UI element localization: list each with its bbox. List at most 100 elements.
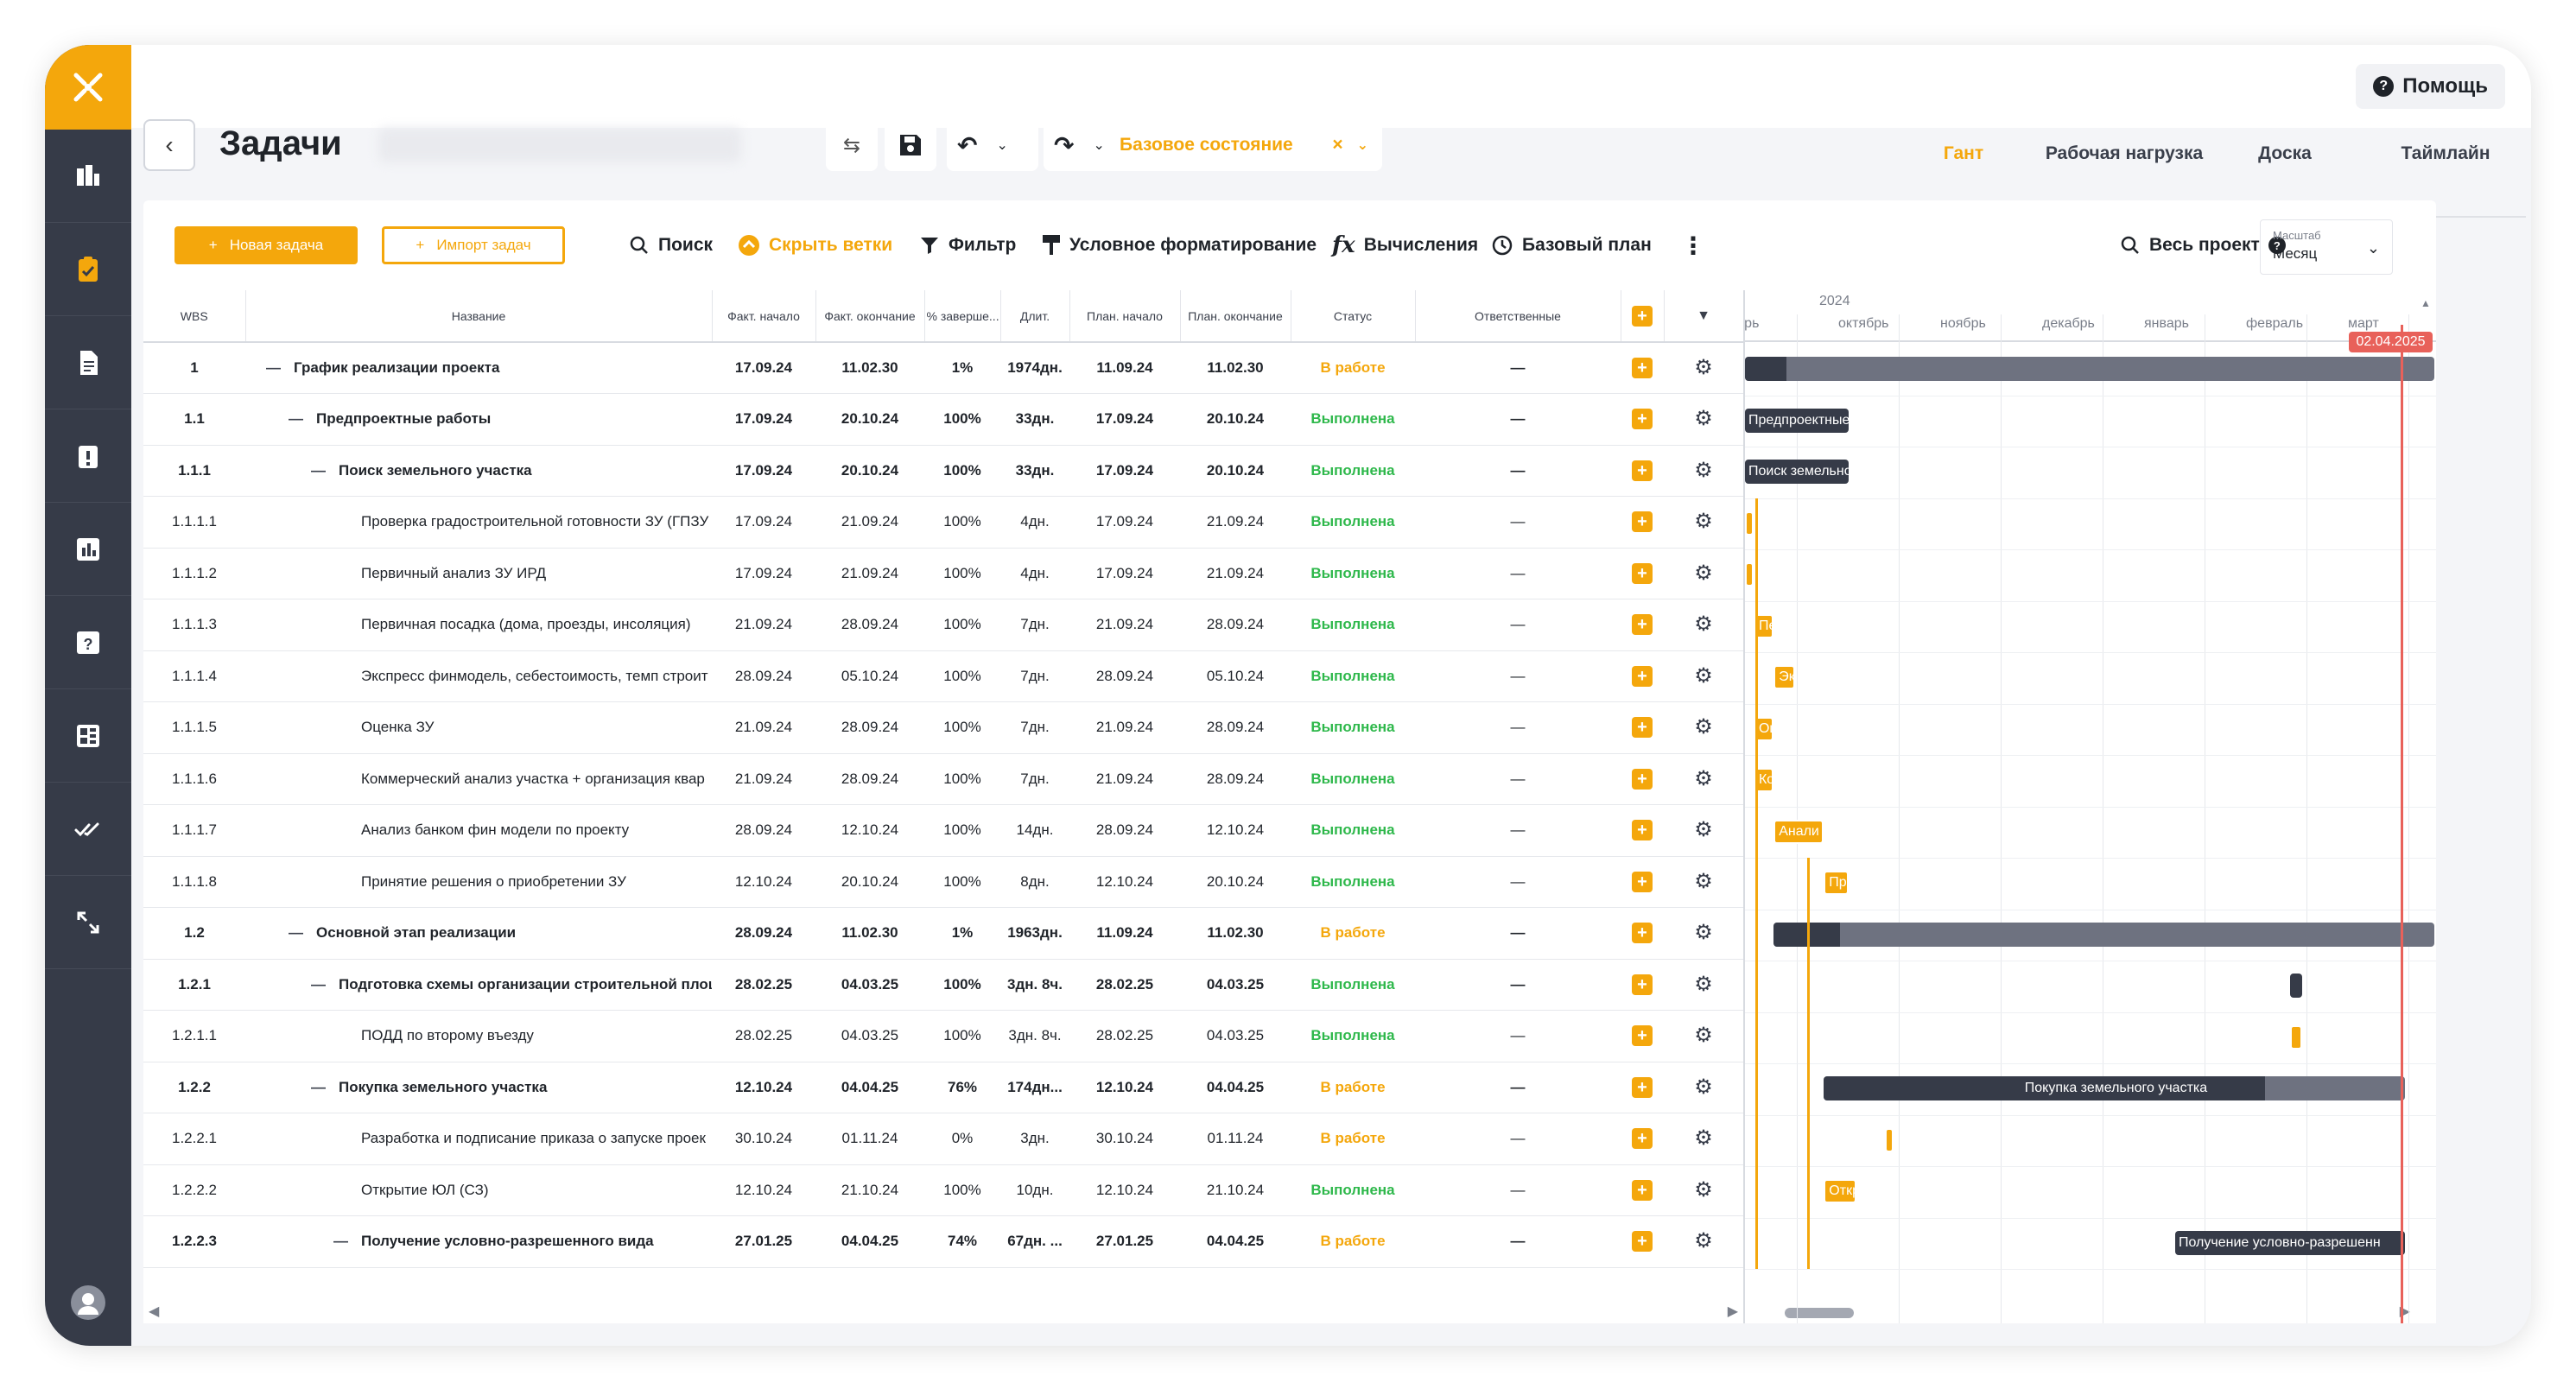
cell-wbs[interactable]: 1.2.2.1 (143, 1113, 245, 1165)
sidebar-item-tasks[interactable] (45, 223, 131, 316)
cell-status[interactable]: Выполнена (1291, 804, 1415, 857)
add-column-icon[interactable]: + (1632, 305, 1653, 327)
cell-fact-end[interactable]: 21.09.24 (815, 548, 924, 599)
table-row[interactable]: 1.1.1.7 Анализ банком фин модели по проек… (143, 804, 1743, 857)
cell-status[interactable]: Выполнена (1291, 1164, 1415, 1216)
cell-plan-start[interactable]: 28.02.25 (1069, 1010, 1180, 1062)
cell-percent[interactable]: 0% (924, 1113, 1000, 1165)
cell-status[interactable]: Выполнена (1291, 393, 1415, 446)
add-subtask-icon[interactable]: + (1632, 1179, 1653, 1201)
col-fact-end[interactable]: Факт. окончание (815, 290, 925, 343)
table-row[interactable]: 1.1.1.5 Оценка ЗУ 21.09.24 28.09.24 100% 7дн.… (143, 701, 1743, 754)
collapse-toggle-icon[interactable]: — (289, 924, 304, 942)
gantt-bar[interactable] (2289, 974, 2302, 998)
cell-wbs[interactable]: 1.1.1.8 (143, 856, 245, 908)
cell-responsible[interactable]: — (1415, 701, 1621, 754)
cell-duration[interactable]: 67дн. ... (1000, 1215, 1069, 1268)
sidebar-item-approvals[interactable] (45, 783, 131, 876)
sidebar-item-projects[interactable] (45, 130, 131, 223)
cell-responsible[interactable]: — (1415, 1113, 1621, 1165)
cell-duration[interactable]: 3дн. 8ч. (1000, 1010, 1069, 1062)
cell-duration[interactable]: 33дн. (1000, 393, 1069, 446)
col-settings[interactable]: ▼ (1664, 290, 1743, 343)
gear-icon[interactable]: ⚙ (1694, 562, 1713, 584)
cell-fact-end[interactable]: 20.10.24 (815, 393, 924, 446)
conditional-formatting-button[interactable]: Условное форматирование (1042, 226, 1317, 264)
cell-plan-end[interactable]: 28.09.24 (1180, 599, 1291, 651)
gear-icon[interactable]: ⚙ (1694, 409, 1713, 429)
cell-plan-start[interactable]: 17.09.24 (1069, 496, 1180, 549)
sidebar-item-help[interactable]: ? (45, 596, 131, 689)
gantt-horizontal-scrollbar[interactable]: ▶ (1745, 1301, 2436, 1323)
collapse-toggle-icon[interactable]: — (311, 462, 327, 479)
collapse-toggle-icon[interactable]: — (289, 410, 304, 428)
add-subtask-icon[interactable]: + (1632, 820, 1653, 841)
gantt-scroll-thumb[interactable] (1785, 1308, 1854, 1318)
col-plan-start[interactable]: План. начало (1069, 290, 1181, 343)
cell-wbs[interactable]: 1.2.1 (143, 959, 245, 1011)
add-subtask-icon[interactable]: + (1632, 1231, 1653, 1253)
scroll-left-icon[interactable]: ◀ (149, 1303, 159, 1320)
cell-status[interactable]: В работе (1291, 1215, 1415, 1268)
cell-duration[interactable]: 14дн. (1000, 804, 1069, 857)
cell-plan-end[interactable]: 21.09.24 (1180, 496, 1291, 549)
baseline-plan-button[interactable]: Базовый план (1491, 226, 1652, 264)
cell-name[interactable]: ПОДД по второму въезду (245, 1010, 712, 1062)
chevron-down-icon[interactable]: ⌄ (996, 136, 1007, 154)
add-subtask-icon[interactable]: + (1632, 511, 1653, 533)
collapse-toggle-icon[interactable]: — (311, 976, 327, 993)
caret-down-icon[interactable]: ▼ (1697, 308, 1710, 323)
cell-percent[interactable]: 100% (924, 1164, 1000, 1216)
cell-responsible[interactable]: — (1415, 445, 1621, 497)
user-avatar[interactable] (71, 1285, 105, 1320)
cell-name[interactable]: Коммерческий анализ участка + организаци… (245, 753, 712, 805)
cell-plan-start[interactable]: 17.09.24 (1069, 445, 1180, 497)
cell-duration[interactable]: 3дн. 8ч. (1000, 959, 1069, 1011)
cell-fact-end[interactable]: 28.09.24 (815, 701, 924, 754)
gantt-bar[interactable]: При (1824, 871, 1850, 895)
chevron-down-icon[interactable]: ⌄ (1093, 136, 1104, 154)
gear-icon[interactable]: ⚙ (1694, 1128, 1713, 1149)
cell-duration[interactable]: 3дн. (1000, 1113, 1069, 1165)
table-row[interactable]: 1.2.2.3 — Получение условно-разрешенного в… (143, 1215, 1743, 1268)
cell-name[interactable]: Первичный анализ ЗУ ИРД (245, 548, 712, 599)
import-tasks-button[interactable]: + Импорт задач (382, 226, 565, 264)
table-row[interactable]: 1.2— Основной этап реализации 28.09.24 11.0… (143, 907, 1743, 960)
new-task-button[interactable]: + Новая задача (174, 226, 358, 264)
gantt-bar[interactable]: Предпроектные (1745, 408, 1850, 433)
collapse-toggle-icon[interactable]: — (266, 359, 282, 377)
cell-plan-start[interactable]: 12.10.24 (1069, 1164, 1180, 1216)
col-wbs[interactable]: WBS (143, 290, 246, 343)
calculations-button[interactable]: fx Вычисления (1332, 226, 1478, 264)
cell-percent[interactable]: 100% (924, 1010, 1000, 1062)
cell-duration[interactable]: 10дн. (1000, 1164, 1069, 1216)
collapse-toggle-icon[interactable]: — (311, 1079, 327, 1096)
cell-fact-end[interactable]: 05.10.24 (815, 650, 924, 702)
cell-fact-start[interactable]: 28.09.24 (712, 804, 815, 857)
cell-duration[interactable]: 1963дн. (1000, 907, 1069, 960)
gantt-bar[interactable] (1745, 511, 1754, 536)
cell-fact-start[interactable]: 21.09.24 (712, 701, 815, 754)
gear-icon[interactable]: ⚙ (1694, 717, 1713, 738)
add-subtask-icon[interactable]: + (1632, 974, 1653, 995)
cell-duration[interactable]: 7дн. (1000, 650, 1069, 702)
cell-fact-end[interactable]: 01.11.24 (815, 1113, 924, 1165)
cell-plan-end[interactable]: 28.09.24 (1180, 701, 1291, 754)
cell-plan-start[interactable]: 21.09.24 (1069, 599, 1180, 651)
table-row[interactable]: 1.2.2.2 Открытие ЮЛ (СЗ) 12.10.24 21.10.24 1… (143, 1164, 1743, 1216)
cell-responsible[interactable]: — (1415, 1215, 1621, 1268)
table-row[interactable]: 1.2.1 — Подготовка схемы организации строи… (143, 959, 1743, 1011)
cell-duration[interactable]: 4дн. (1000, 548, 1069, 599)
cell-plan-end[interactable]: 11.02.30 (1180, 342, 1291, 394)
cell-status[interactable]: Выполнена (1291, 701, 1415, 754)
cell-name[interactable]: — Подготовка схемы организации строительн… (245, 959, 712, 1011)
cell-plan-end[interactable]: 20.10.24 (1180, 445, 1291, 497)
cell-percent[interactable]: 100% (924, 959, 1000, 1011)
cell-percent[interactable]: 100% (924, 753, 1000, 805)
cell-name[interactable]: — Основной этап реализации (245, 907, 712, 960)
gear-icon[interactable]: ⚙ (1694, 511, 1713, 532)
save-button[interactable] (885, 119, 936, 171)
cell-name[interactable]: Оценка ЗУ (245, 701, 712, 754)
cell-plan-end[interactable]: 04.04.25 (1180, 1215, 1291, 1268)
cell-plan-start[interactable]: 30.10.24 (1069, 1113, 1180, 1165)
